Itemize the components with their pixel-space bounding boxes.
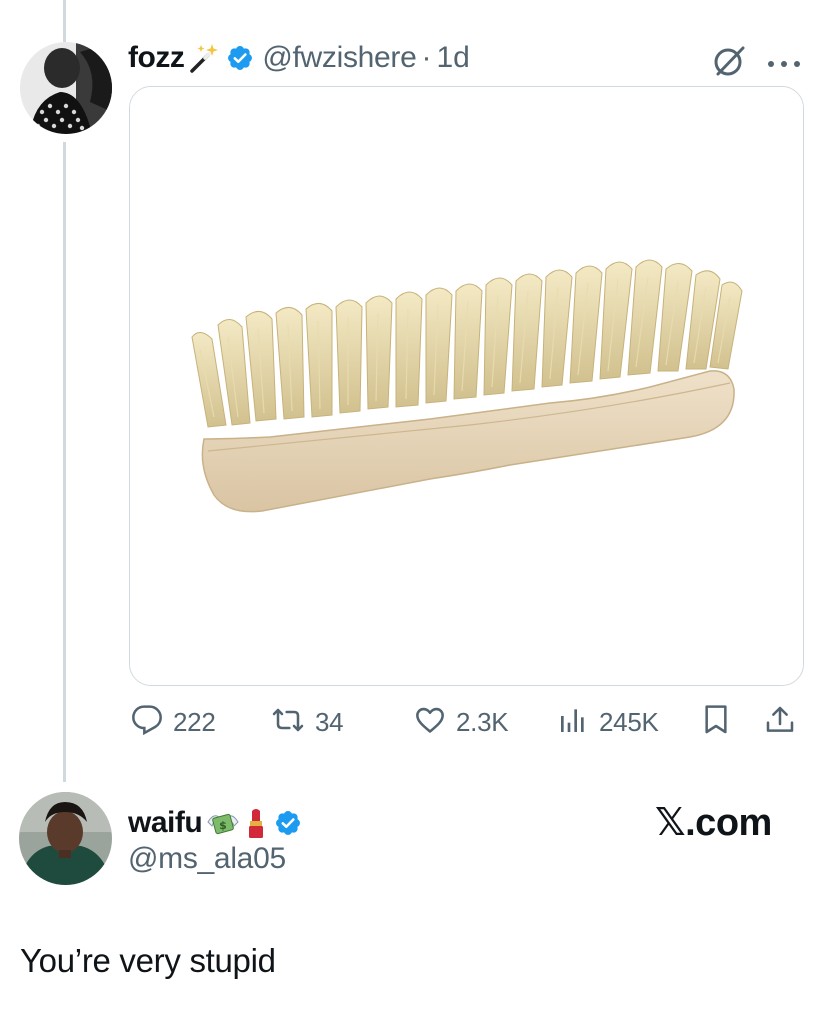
post-timestamp[interactable]: 1d — [437, 41, 470, 75]
x-logo-icon: 𝕏 — [655, 800, 686, 844]
post-media-image[interactable] — [129, 86, 804, 686]
bookmark-button[interactable] — [702, 700, 730, 744]
post-author-name[interactable]: fozz — [128, 41, 185, 75]
post-author-avatar[interactable] — [20, 42, 112, 134]
lipstick-icon — [244, 807, 268, 839]
money-with-wings-icon: $ — [206, 808, 240, 838]
views-count: 245K — [599, 706, 659, 737]
x-com-watermark: 𝕏.com — [655, 800, 772, 845]
reply-author-handle[interactable]: @ms_ala05 — [128, 842, 286, 876]
svg-text:$: $ — [219, 819, 227, 832]
separator-dot: · — [421, 41, 432, 74]
views-button[interactable]: 245K — [557, 700, 659, 744]
reply-text: You’re very stupid — [20, 942, 276, 979]
thread-line-top — [63, 0, 66, 42]
watermark-suffix: .com — [685, 802, 772, 844]
reply-header: waifu $ — [128, 803, 302, 843]
grok-icon[interactable] — [712, 44, 746, 78]
share-icon — [764, 704, 796, 741]
reply-icon — [131, 704, 163, 741]
repost-button[interactable]: 34 — [271, 700, 344, 744]
post-header: fozz @fwzishere · 1d — [128, 38, 470, 78]
reply-author-avatar[interactable] — [19, 792, 112, 885]
like-icon — [414, 704, 446, 741]
share-button[interactable] — [764, 700, 796, 744]
verified-badge-icon[interactable] — [226, 44, 254, 72]
reply-count: 222 — [173, 706, 216, 737]
like-button[interactable]: 2.3K — [414, 700, 509, 744]
like-count: 2.3K — [456, 706, 509, 737]
verified-badge-icon[interactable] — [274, 809, 302, 837]
more-icon[interactable] — [766, 56, 802, 67]
repost-icon — [271, 704, 305, 741]
reply-button[interactable]: 222 — [131, 700, 216, 744]
thread-line — [63, 142, 66, 782]
magic-wand-icon — [188, 42, 220, 74]
bookmark-icon — [702, 704, 730, 741]
repost-count: 34 — [315, 706, 344, 737]
views-icon — [557, 704, 589, 741]
reply-author-name[interactable]: waifu — [128, 806, 203, 840]
post-author-handle[interactable]: @fwzishere — [262, 41, 416, 75]
